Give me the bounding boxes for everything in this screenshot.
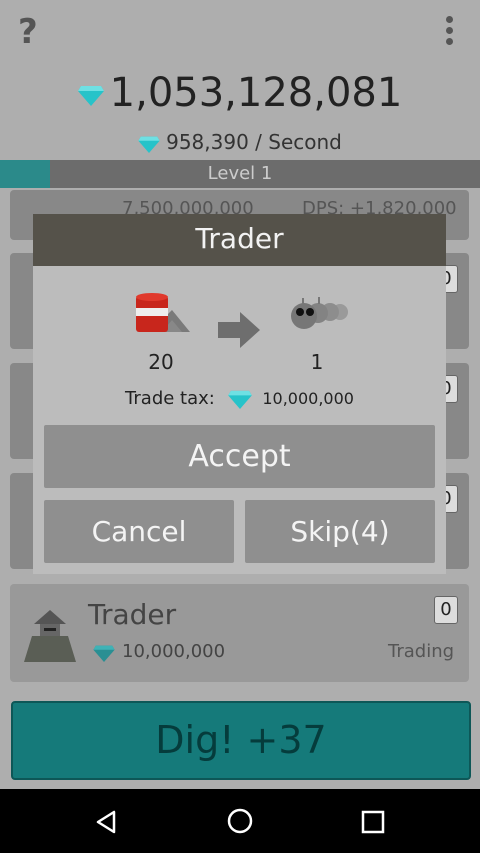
home-icon[interactable]: [226, 807, 254, 835]
trade-tax: Trade tax: 10,000,000: [33, 388, 446, 409]
accept-button[interactable]: Accept: [44, 425, 435, 488]
trader-count-badge: 0: [434, 596, 458, 624]
back-icon[interactable]: [94, 809, 120, 835]
trade-tax-label: Trade tax:: [125, 388, 215, 409]
overflow-menu-icon[interactable]: [440, 16, 458, 50]
recents-icon[interactable]: [360, 809, 386, 835]
gem-icon: [138, 136, 160, 153]
trader-row[interactable]: 0: [10, 584, 469, 682]
gem-icon: [227, 390, 252, 409]
trade-tax-value: 10,000,000: [262, 389, 354, 408]
total-gems: 1,053,128,081: [0, 70, 480, 116]
trader-row-cost: 10,000,000: [122, 641, 226, 662]
total-gems-value: 1,053,128,081: [109, 70, 403, 116]
level-label: Level 1: [207, 163, 273, 184]
give-amount: 20: [148, 350, 174, 374]
dialog-title: Trader: [195, 222, 284, 255]
barrel-ore-icon: [136, 293, 190, 332]
help-icon[interactable]: ?: [18, 12, 38, 52]
gems-per-second-value: 958,390 / Second: [166, 130, 342, 154]
cancel-button[interactable]: Cancel: [44, 500, 234, 563]
caterpillar-icon: [291, 297, 348, 329]
trader-icon: [24, 610, 76, 662]
dig-button[interactable]: Dig! +37: [11, 701, 471, 780]
arrow-right-icon: [218, 312, 260, 348]
trader-row-title: Trader: [88, 598, 177, 631]
gem-icon: [77, 86, 104, 106]
skip-button[interactable]: Skip(4): [245, 500, 435, 563]
gem-icon: [93, 645, 115, 662]
receive-amount: 1: [310, 350, 324, 374]
gems-per-second: 958,390 / Second: [0, 130, 480, 154]
trader-row-status: Trading: [388, 641, 455, 662]
